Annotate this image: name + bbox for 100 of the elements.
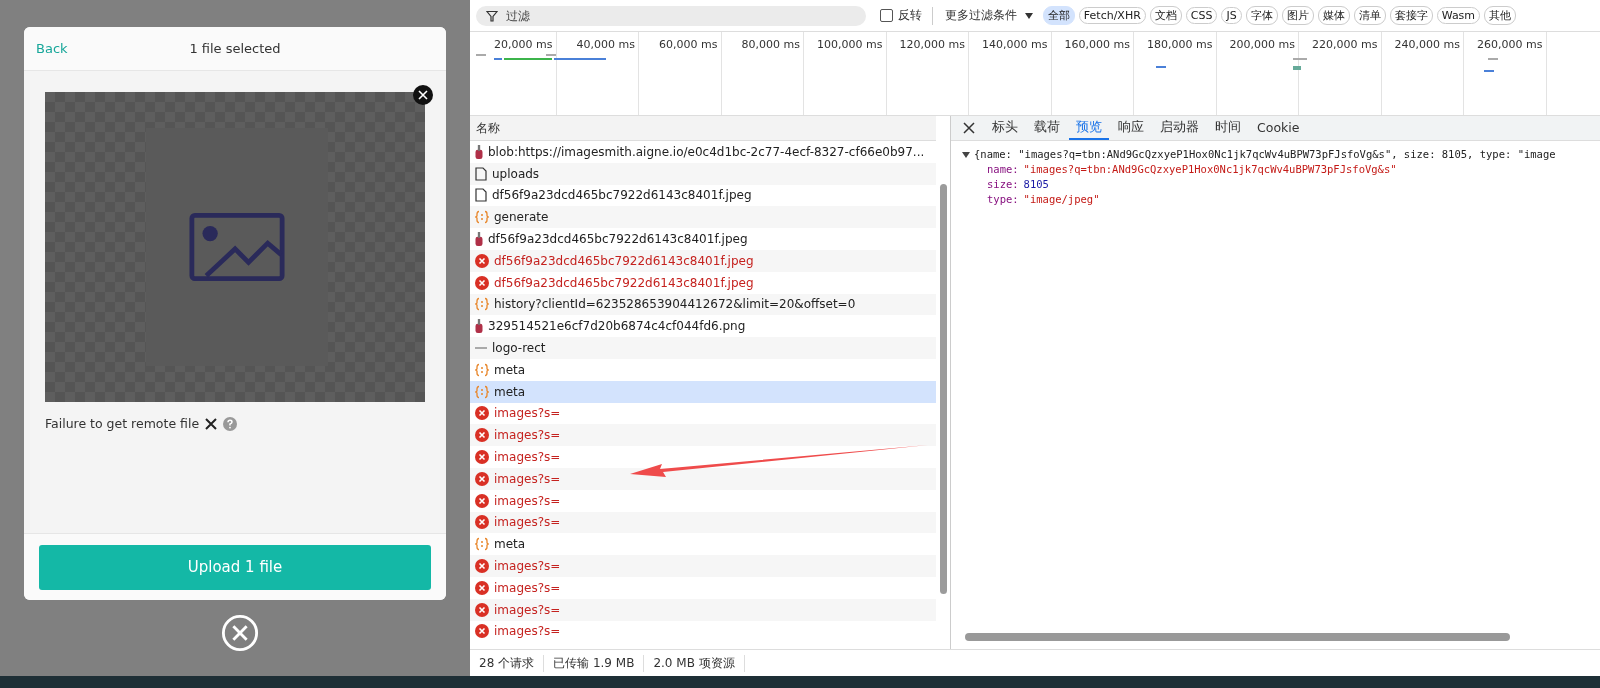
request-row[interactable]: blob:https://imagesmith.aigne.io/e0c4d1bc-2c77-4ecf-8327-cf66e0b97...: [470, 141, 936, 163]
timeline-tick: 100,000 ms: [817, 38, 883, 51]
request-row[interactable]: df56f9a23dcd465bc7922d6143c8401f.jpeg: [470, 228, 936, 250]
timeline-tick: 200,000 ms: [1229, 38, 1295, 51]
filter-chip[interactable]: Fetch/XHR: [1078, 7, 1146, 24]
document-icon: [475, 166, 487, 181]
timeline-tick: 260,000 ms: [1477, 38, 1543, 51]
panel-tab[interactable]: 预览: [1069, 116, 1109, 140]
document-icon: [475, 188, 487, 203]
request-row[interactable]: images?s=: [470, 598, 936, 621]
image-file-icon: [475, 232, 483, 247]
error-icon: [475, 580, 489, 595]
panel-tab[interactable]: 启动器: [1153, 116, 1206, 140]
filter-chip[interactable]: 媒体: [1317, 6, 1350, 25]
request-row[interactable]: images?s=: [470, 446, 936, 468]
expand-arrow-icon[interactable]: [962, 151, 970, 158]
waterfall-bar: [1293, 66, 1301, 70]
property-key: type:: [987, 193, 1019, 205]
request-row[interactable]: logo-rect: [470, 337, 936, 359]
braces-icon: [475, 210, 489, 225]
status-text: 已传输 1.9 MB: [544, 654, 645, 672]
object-summary: {name: "images?q=tbn:ANd9GcQzxyeP1Hox0Nc1jk7qcWv4uBPW73pFJsfoVg&s", size: 8105, type: "image: [974, 147, 1556, 162]
request-row[interactable]: generate: [470, 206, 936, 229]
remove-icon[interactable]: [413, 85, 433, 105]
braces-icon: [475, 362, 489, 377]
filter-chip[interactable]: 全部: [1042, 6, 1075, 25]
caret-icon: [1024, 13, 1033, 19]
timeline-tick: 120,000 ms: [899, 38, 965, 51]
horizontal-scrollbar[interactable]: [965, 633, 1510, 641]
more-filters-dropdown[interactable]: 更多过滤条件: [943, 7, 1039, 24]
request-row[interactable]: df56f9a23dcd465bc7922d6143c8401f.jpeg: [470, 250, 936, 272]
error-icon: [475, 406, 489, 421]
filter-chip[interactable]: 文档: [1149, 6, 1182, 25]
filter-chip[interactable]: 清单: [1353, 6, 1386, 25]
invert-checkbox[interactable]: [880, 9, 893, 22]
filter-chip[interactable]: 套接字: [1389, 6, 1433, 25]
timeline-tick: 180,000 ms: [1147, 38, 1213, 51]
filter-field[interactable]: 过滤: [476, 5, 866, 26]
property-key: size:: [987, 178, 1019, 190]
error-icon: [475, 624, 489, 639]
braces-icon: [475, 384, 489, 399]
request-row[interactable]: images?s=: [470, 402, 936, 425]
request-row[interactable]: images?s=: [470, 467, 936, 490]
request-row[interactable]: df56f9a23dcd465bc7922d6143c8401f.jpeg: [470, 184, 936, 207]
request-row[interactable]: images?s=: [470, 511, 936, 534]
dash-icon: [475, 347, 487, 350]
filter-chip[interactable]: 字体: [1245, 6, 1278, 25]
cross-icon: [205, 417, 218, 430]
request-row[interactable]: meta: [470, 533, 936, 556]
status-text: 28 个请求: [470, 654, 545, 672]
error-icon: [475, 450, 489, 465]
property-value: "image/jpeg": [1023, 193, 1100, 205]
request-row[interactable]: images?s=: [470, 424, 936, 447]
request-row[interactable]: 329514521e6cf7d20b6874c4cf044fd6.png: [470, 315, 936, 338]
request-row[interactable]: meta: [470, 380, 936, 403]
timeline-tick: 140,000 ms: [982, 38, 1048, 51]
status-text: 2.0 MB 项资源: [644, 654, 745, 672]
property-value: "images?q=tbn:ANd9GcQzxyeP1Hox0Nc1jk7qcWv4uBPW73pFJsfoVg&s": [1023, 163, 1397, 175]
error-icon: [475, 471, 489, 486]
image-placeholder-icon: [189, 212, 285, 282]
request-row[interactable]: meta: [470, 358, 936, 381]
panel-tab[interactable]: 时间: [1208, 116, 1248, 140]
braces-icon: [475, 297, 489, 312]
request-row[interactable]: images?s=: [470, 576, 936, 599]
panel-tab[interactable]: 载荷: [1027, 116, 1067, 140]
help-icon[interactable]: [223, 416, 238, 431]
filter-chip[interactable]: Wasm: [1436, 7, 1481, 24]
column-header[interactable]: 名称: [470, 116, 936, 141]
close-icon[interactable]: [963, 122, 975, 134]
error-icon: [475, 515, 489, 530]
filter-icon: [486, 9, 498, 22]
panel-tab[interactable]: Cookie: [1250, 116, 1307, 140]
filter-chip[interactable]: JS: [1221, 7, 1242, 24]
scrollbar[interactable]: [940, 184, 947, 594]
filter-chip[interactable]: 其他: [1484, 6, 1517, 25]
request-row[interactable]: images?s=: [470, 489, 936, 512]
error-icon: [475, 253, 489, 268]
dialog-title: 1 file selected: [189, 41, 281, 56]
request-row[interactable]: df56f9a23dcd465bc7922d6143c8401f.jpeg: [470, 271, 936, 294]
image-file-icon: [475, 144, 483, 159]
panel-tab[interactable]: 标头: [985, 116, 1025, 140]
panel-tab[interactable]: 响应: [1111, 116, 1151, 140]
timeline-tick: 240,000 ms: [1394, 38, 1460, 51]
timeline-tick: 40,000 ms: [576, 38, 635, 51]
filter-chip[interactable]: CSS: [1185, 7, 1218, 24]
timeline-tick: 220,000 ms: [1312, 38, 1378, 51]
timeline-tick: 20,000 ms: [494, 38, 553, 51]
request-row[interactable]: uploads: [470, 162, 936, 185]
timeline-tick: 60,000 ms: [659, 38, 718, 51]
timeline-tick: 160,000 ms: [1064, 38, 1130, 51]
error-icon: [475, 493, 489, 508]
filter-chip[interactable]: 图片: [1281, 6, 1314, 25]
request-row[interactable]: history?clientId=623528653904412672&limit=20&offset=0: [470, 293, 936, 316]
request-row[interactable]: images?s=: [470, 555, 936, 577]
filter-input[interactable]: 过滤: [506, 8, 806, 23]
braces-icon: [475, 537, 489, 552]
error-icon: [475, 559, 489, 574]
error-icon: [475, 602, 489, 617]
request-row[interactable]: images?s=: [470, 620, 936, 643]
image-file-icon: [475, 319, 483, 334]
